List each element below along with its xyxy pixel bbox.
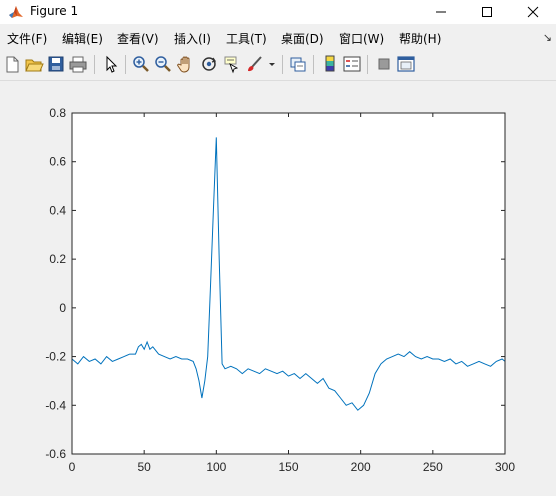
link-plot-icon[interactable] bbox=[288, 54, 308, 74]
maximize-icon bbox=[482, 7, 492, 17]
close-button[interactable] bbox=[510, 0, 556, 24]
x-tick-label: 100 bbox=[206, 460, 226, 474]
toolbar-separator bbox=[125, 55, 126, 74]
y-tick-label: -0.2 bbox=[45, 350, 66, 364]
x-tick-label: 0 bbox=[69, 460, 76, 474]
minimize-icon bbox=[436, 11, 446, 13]
menu-help[interactable]: 帮助(H) bbox=[399, 30, 441, 47]
axes-background bbox=[72, 113, 505, 454]
window-title: Figure 1 bbox=[30, 4, 79, 18]
minimize-button[interactable] bbox=[418, 0, 464, 24]
x-tick-label: 200 bbox=[351, 460, 371, 474]
new-figure-icon[interactable] bbox=[2, 54, 22, 74]
y-tick-label: 0.8 bbox=[49, 106, 66, 120]
toolbar-separator bbox=[367, 55, 368, 74]
figure-toolbar bbox=[0, 50, 556, 81]
window-titlebar: Figure 1 bbox=[0, 0, 556, 24]
rotate-3d-icon[interactable] bbox=[199, 54, 219, 74]
zoom-in-icon[interactable] bbox=[131, 54, 151, 74]
x-tick-label: 250 bbox=[423, 460, 443, 474]
brush-dropdown-icon[interactable] bbox=[267, 54, 277, 74]
menu-window[interactable]: 窗口(W) bbox=[339, 30, 384, 47]
hide-plot-tools-icon[interactable] bbox=[374, 54, 394, 74]
menu-overflow-icon[interactable]: ↘ bbox=[543, 31, 552, 44]
y-tick-label: 0.2 bbox=[49, 252, 66, 266]
y-tick-label: -0.6 bbox=[45, 447, 66, 461]
menu-desktop[interactable]: 桌面(D) bbox=[281, 30, 324, 47]
brush-icon[interactable] bbox=[245, 54, 265, 74]
menu-bar: 文件(F) 编辑(E) 查看(V) 插入(I) 工具(T) 桌面(D) 窗口(W… bbox=[0, 24, 556, 50]
maximize-button[interactable] bbox=[464, 0, 510, 24]
menu-insert[interactable]: 插入(I) bbox=[174, 30, 211, 47]
show-plot-tools-icon[interactable] bbox=[396, 54, 416, 74]
matlab-logo-icon bbox=[9, 6, 23, 18]
x-tick-label: 50 bbox=[137, 460, 151, 474]
x-tick-label: 150 bbox=[278, 460, 298, 474]
insert-legend-icon[interactable] bbox=[342, 54, 362, 74]
y-tick-label: 0 bbox=[59, 301, 66, 315]
insert-colorbar-icon[interactable] bbox=[320, 54, 340, 74]
menu-view[interactable]: 查看(V) bbox=[117, 30, 159, 47]
menu-file[interactable]: 文件(F) bbox=[7, 30, 47, 47]
x-tick-label: 300 bbox=[495, 460, 515, 474]
pan-hand-icon[interactable] bbox=[176, 54, 196, 74]
y-tick-label: 0.4 bbox=[49, 203, 66, 217]
y-tick-label: 0.6 bbox=[49, 155, 66, 169]
open-file-icon[interactable] bbox=[24, 54, 44, 74]
print-icon[interactable] bbox=[68, 54, 88, 74]
close-icon bbox=[527, 6, 539, 18]
zoom-out-icon[interactable] bbox=[153, 54, 173, 74]
menu-tools[interactable]: 工具(T) bbox=[226, 30, 267, 47]
data-cursor-icon[interactable] bbox=[222, 54, 242, 74]
y-tick-label: -0.4 bbox=[45, 398, 66, 412]
save-icon[interactable] bbox=[46, 54, 66, 74]
toolbar-separator bbox=[313, 55, 314, 74]
menu-edit[interactable]: 编辑(E) bbox=[62, 30, 103, 47]
edit-plot-arrow-icon[interactable] bbox=[101, 54, 121, 74]
line-chart[interactable]: 0 50 100 150 200 250 300 -0.6 -0.4 -0.2 0 0.2 0.4 0.6… bbox=[0, 81, 556, 492]
figure-canvas: 0 50 100 150 200 250 300 -0.6 -0.4 -0.2 0 0.2 0.4 0.6… bbox=[0, 81, 556, 492]
toolbar-separator bbox=[282, 55, 283, 74]
toolbar-separator bbox=[94, 55, 95, 74]
